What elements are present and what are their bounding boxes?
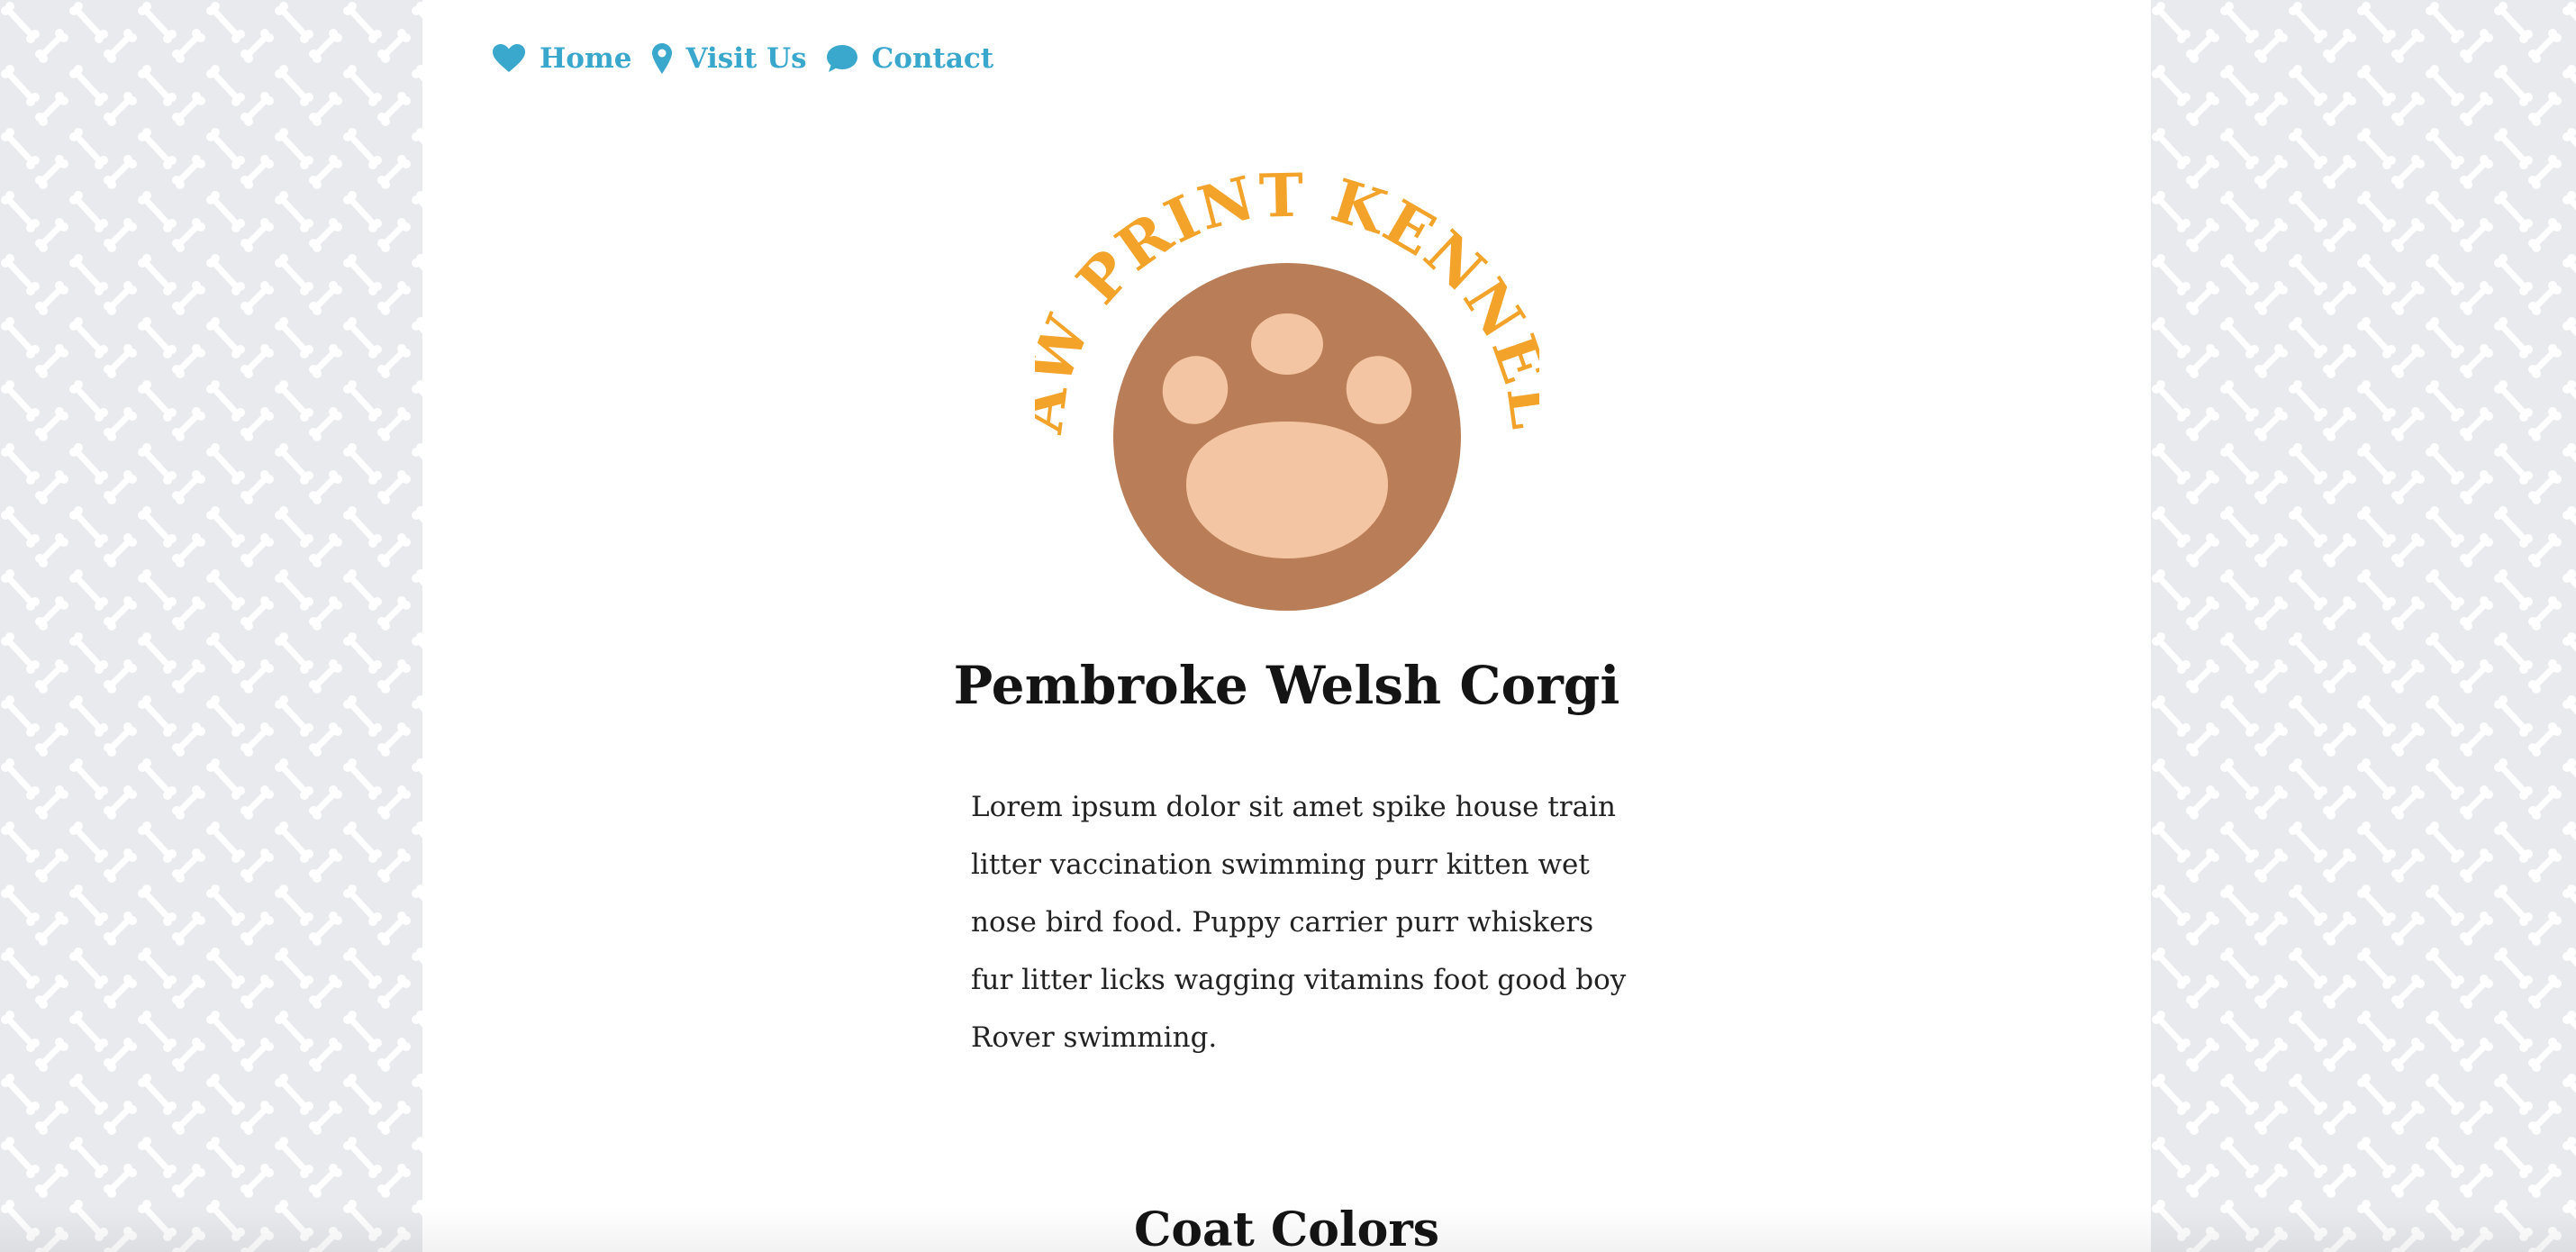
paw-print-icon	[1113, 263, 1461, 611]
intro-paragraph: Lorem ipsum dolor sit amet spike house t…	[971, 791, 1627, 1054]
bone-pattern-left	[0, 0, 422, 1252]
nav-label-visit-us: Visit Us	[685, 42, 807, 75]
bone-pattern-icon	[2151, 0, 2576, 1252]
page-content: Home Visit Us Contact PRINT KENN Pembrok…	[422, 0, 2151, 1252]
nav-label-contact: Contact	[871, 42, 994, 75]
paw-print-kennels-logo[interactable]: PAW PRINT KENNELS	[1005, 115, 1566, 621]
bone-pattern-right	[2151, 0, 2576, 1252]
nav-link-contact[interactable]: Contact	[826, 42, 994, 75]
heart-icon	[493, 44, 525, 73]
chat-bubble-icon	[826, 45, 857, 72]
top-navigation: Home Visit Us Contact	[493, 36, 1013, 81]
nav-label-home: Home	[540, 42, 632, 75]
bone-pattern-icon	[0, 0, 422, 1252]
nav-link-home[interactable]: Home	[493, 42, 632, 75]
page-title: Pembroke Welsh Corgi	[953, 655, 1620, 716]
logo-graphic: PAW PRINT KENNELS	[1005, 115, 1566, 611]
map-pin-icon	[651, 43, 672, 74]
nav-link-visit-us[interactable]: Visit Us	[651, 42, 807, 75]
section-title-coat-colors: Coat Colors	[1133, 1202, 1440, 1252]
